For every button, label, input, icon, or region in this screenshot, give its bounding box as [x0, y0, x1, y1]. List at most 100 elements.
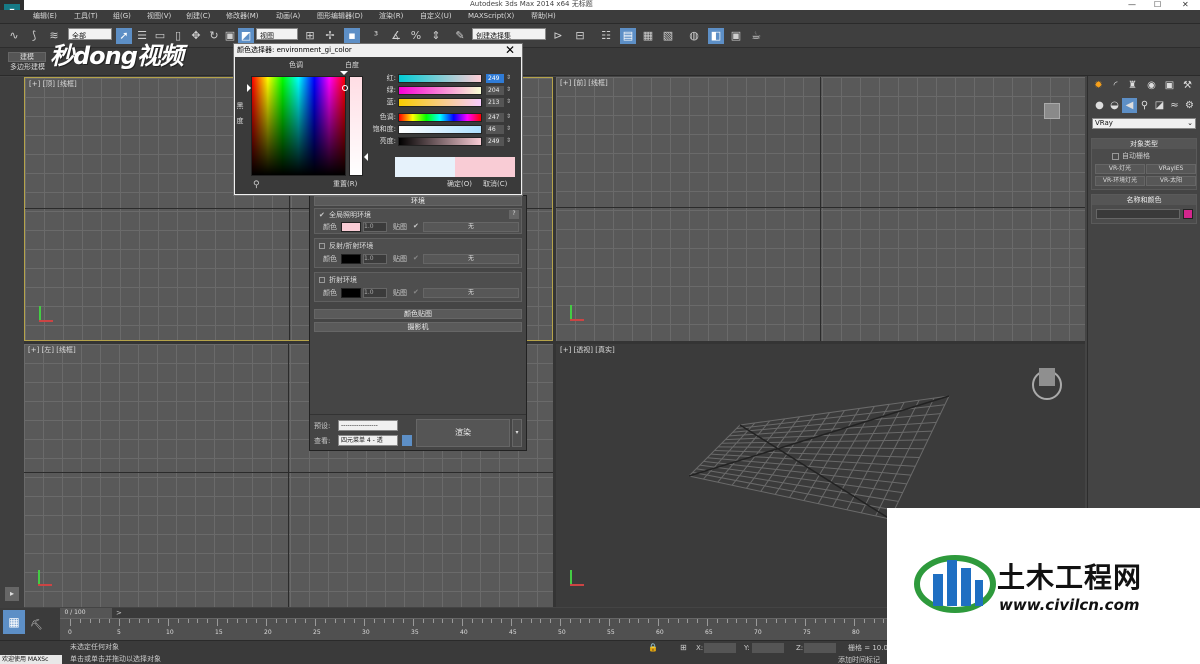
reflection-map-button[interactable]: 无	[423, 254, 519, 264]
hue-spinner-icon[interactable]: ⇕	[506, 113, 511, 120]
select-scale-icon[interactable]: ▣	[222, 28, 238, 44]
pivot-center-icon[interactable]: ⊞	[302, 28, 318, 44]
maxscript-listener[interactable]: 欢迎使用 MAXSc	[0, 655, 62, 664]
graphite-toolset-icon[interactable]: ▤	[620, 28, 636, 44]
close-window-button[interactable]: ✕	[1182, 0, 1189, 9]
menu-view[interactable]: 视图(V)	[147, 13, 171, 20]
menu-modifiers[interactable]: 修改器(M)	[226, 13, 259, 20]
object-color-swatch[interactable]	[1183, 209, 1193, 219]
schematic-view-icon[interactable]: ▧	[660, 28, 676, 44]
red-slider[interactable]	[398, 74, 482, 83]
ribbon-tab-modeling[interactable]: 建模	[8, 52, 46, 62]
menu-customize[interactable]: 自定义(U)	[420, 13, 452, 20]
vrayies-button[interactable]: VRayIES	[1146, 164, 1196, 174]
link-icon[interactable]: ∿	[6, 28, 22, 44]
gi-multiplier-field[interactable]: 1.0	[363, 222, 387, 232]
object-type-header[interactable]: 对象类型	[1092, 139, 1196, 149]
menu-tools[interactable]: 工具(T)	[74, 13, 98, 20]
old-color-swatch[interactable]	[395, 157, 455, 177]
display-tab-icon[interactable]: ▣	[1162, 78, 1177, 93]
cameras-icon[interactable]: ⚲	[1137, 98, 1152, 113]
maximize-button[interactable]: ☐	[1154, 0, 1161, 9]
close-icon[interactable]: ✕	[505, 44, 515, 56]
refraction-color-swatch[interactable]	[341, 288, 361, 298]
value-spinner-icon[interactable]: ⇕	[506, 137, 511, 144]
new-color-swatch[interactable]	[455, 157, 515, 177]
hue-slider[interactable]	[398, 113, 482, 122]
green-slider[interactable]	[398, 86, 482, 95]
environment-rollout-header[interactable]: 环境	[314, 196, 522, 206]
hue-value-field[interactable]: 247	[486, 113, 504, 122]
whiteness-arrow-icon[interactable]	[364, 153, 368, 161]
checkmark-icon[interactable]: ✔	[413, 289, 419, 296]
ribbon-subtab-polygon[interactable]: 多边形建模	[10, 64, 45, 71]
viewport-front[interactable]: [+] [前] [线框]	[556, 77, 1085, 341]
saturation-value-field[interactable]: 46	[486, 125, 504, 134]
select-and-link-icon[interactable]: ✢	[322, 28, 338, 44]
render-dropdown-arrow-icon[interactable]: ▾	[512, 419, 522, 447]
color-mapping-rollout-header[interactable]: 颜色贴图	[314, 309, 522, 319]
menu-graph-editors[interactable]: 图形编辑器(D)	[317, 13, 363, 20]
blue-slider[interactable]	[398, 98, 482, 107]
hierarchy-tab-icon[interactable]: ♜	[1125, 78, 1140, 93]
checkmark-icon[interactable]: ✔	[413, 255, 419, 262]
menu-animation[interactable]: 动画(A)	[276, 13, 300, 20]
viewport-label[interactable]: [+] [顶] [线框]	[29, 81, 77, 88]
menu-rendering[interactable]: 渲染(R)	[379, 13, 403, 20]
blue-value-field[interactable]: 213	[486, 98, 504, 107]
viewport-label[interactable]: [+] [左] [线框]	[28, 347, 76, 354]
percent-snap-icon[interactable]: %	[408, 28, 424, 44]
utilities-tab-icon[interactable]: ⚒	[1180, 78, 1195, 93]
gi-map-button[interactable]: 无	[423, 222, 519, 232]
mini-listener-icon[interactable]: ▦	[3, 610, 25, 634]
z-coordinate-field[interactable]	[804, 643, 836, 653]
vr-light-button[interactable]: VR-灯光	[1095, 164, 1145, 174]
blackness-arrow-icon[interactable]	[247, 84, 251, 92]
name-color-header[interactable]: 名称和颜色	[1092, 195, 1196, 205]
select-rotate-icon[interactable]: ↻	[206, 28, 222, 44]
play-icon[interactable]: ▸	[5, 587, 19, 601]
space-warps-icon[interactable]: ≈	[1167, 98, 1182, 113]
ok-button[interactable]: 确定(O)	[447, 181, 472, 188]
checkmark-icon[interactable]: ✔	[319, 212, 325, 219]
eyedropper-icon[interactable]: ⚲	[253, 180, 260, 190]
select-manipulate-icon[interactable]: ◩	[238, 28, 254, 44]
lock-view-icon[interactable]	[402, 435, 412, 446]
geometry-icon[interactable]: ●	[1092, 98, 1107, 113]
value-slider[interactable]	[398, 137, 482, 146]
align-icon[interactable]: ⊟	[572, 28, 588, 44]
object-name-field[interactable]	[1096, 209, 1180, 219]
checkmark-icon[interactable]: ✔	[413, 223, 419, 230]
picker-cursor-icon[interactable]	[342, 85, 348, 91]
reflection-env-checkbox[interactable]	[319, 243, 325, 249]
layer-manager-icon[interactable]: ☷	[598, 28, 614, 44]
menu-edit[interactable]: 编辑(E)	[33, 13, 57, 20]
reflection-color-swatch[interactable]	[341, 254, 361, 264]
saturation-slider[interactable]	[398, 125, 482, 134]
shapes-icon[interactable]: ◒	[1107, 98, 1122, 113]
motion-tab-icon[interactable]: ◉	[1144, 78, 1159, 93]
gi-color-swatch[interactable]	[341, 222, 361, 232]
value-value-field[interactable]: 249	[486, 137, 504, 146]
saturation-spinner-icon[interactable]: ⇕	[506, 125, 511, 132]
reference-coord-dropdown[interactable]: 视图	[256, 28, 298, 40]
menu-maxscript[interactable]: MAXScript(X)	[468, 13, 514, 20]
refraction-map-button[interactable]: 无	[423, 288, 519, 298]
edit-named-selections-icon[interactable]: ✎	[452, 28, 468, 44]
select-move-icon[interactable]: ✥	[188, 28, 204, 44]
curve-editor-icon[interactable]: ▦	[640, 28, 656, 44]
preset-dropdown[interactable]: -----------------	[338, 420, 398, 431]
material-editor-icon[interactable]: ◍	[686, 28, 702, 44]
modify-tab-icon[interactable]: ◜	[1108, 78, 1123, 93]
snaps-toggle-icon[interactable]: ³	[368, 28, 384, 44]
cancel-button[interactable]: 取消(C)	[483, 181, 507, 188]
whiteness-bar[interactable]	[349, 76, 363, 176]
hue-blackness-picker[interactable]	[251, 76, 348, 176]
vr-ambient-light-button[interactable]: VR-环境灯光	[1095, 176, 1145, 186]
reflection-multiplier-field[interactable]: 1.0	[363, 254, 387, 264]
lights-icon[interactable]: ◀	[1122, 98, 1137, 113]
x-coordinate-field[interactable]	[704, 643, 736, 653]
hue-arrow-icon[interactable]	[340, 71, 348, 75]
viewcube-icon[interactable]	[1044, 103, 1060, 119]
view-dropdown[interactable]: 四元菜单 4 - 透	[338, 435, 398, 446]
